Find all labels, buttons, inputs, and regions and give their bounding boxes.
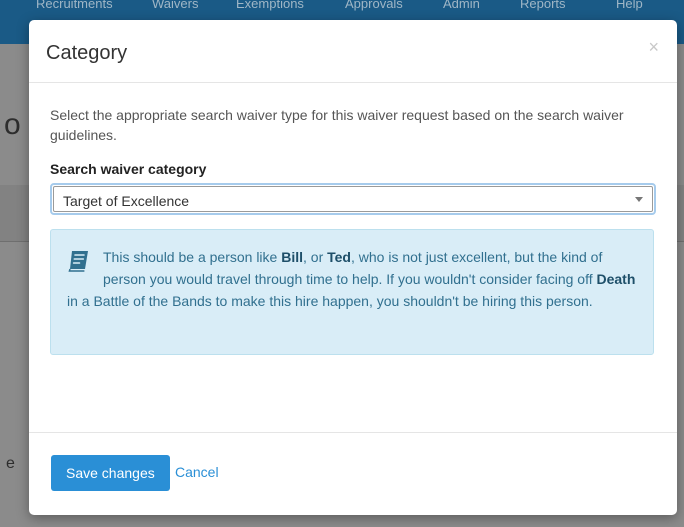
nav-item-waivers[interactable]: Waivers [152,0,198,11]
top-nav-items: Recruitments Waivers Exemptions Approval… [0,0,684,16]
modal-header: Category × [29,20,677,83]
intro-text: Select the appropriate search waiver typ… [50,107,624,143]
callout-emphasis: Death [596,271,636,287]
modal-body: Select the appropriate search waiver typ… [29,83,677,455]
callout-emphasis: Ted [327,249,351,265]
callout-segment: , or [303,249,328,265]
nav-item-exemptions[interactable]: Exemptions [236,0,304,11]
nav-item-help[interactable]: Help [616,0,643,11]
select-box[interactable]: Target of Excellence [53,186,653,212]
close-icon[interactable]: × [648,38,659,56]
cancel-link[interactable]: Cancel [175,464,219,480]
callout-segment: This should be a person like [103,249,282,265]
background-text-fragment: e [6,455,15,472]
search-waiver-category-select[interactable]: Target of Excellence [50,183,656,215]
info-callout: This should be a person like Bill, or Te… [50,229,654,355]
modal-footer: Save changes Cancel [29,432,677,515]
modal-title: Category [46,42,128,64]
callout-segment: in a Battle of the Bands to make this hi… [67,293,593,309]
background-heading-fragment: o [4,108,21,141]
chevron-down-icon[interactable] [635,197,643,202]
search-waiver-category-label: Search waiver category [50,161,207,177]
nav-item-admin[interactable]: Admin [443,0,480,11]
category-modal: Category × Select the appropriate search… [29,20,677,515]
book-icon [67,248,93,272]
nav-item-reports[interactable]: Reports [520,0,566,11]
callout-text: This should be a person like Bill, or Te… [67,246,639,312]
nav-item-approvals[interactable]: Approvals [345,0,403,11]
callout-emphasis: Bill [281,249,303,265]
save-changes-button[interactable]: Save changes [51,455,170,491]
select-value: Target of Excellence [63,193,190,209]
nav-item-recruitments[interactable]: Recruitments [36,0,113,11]
